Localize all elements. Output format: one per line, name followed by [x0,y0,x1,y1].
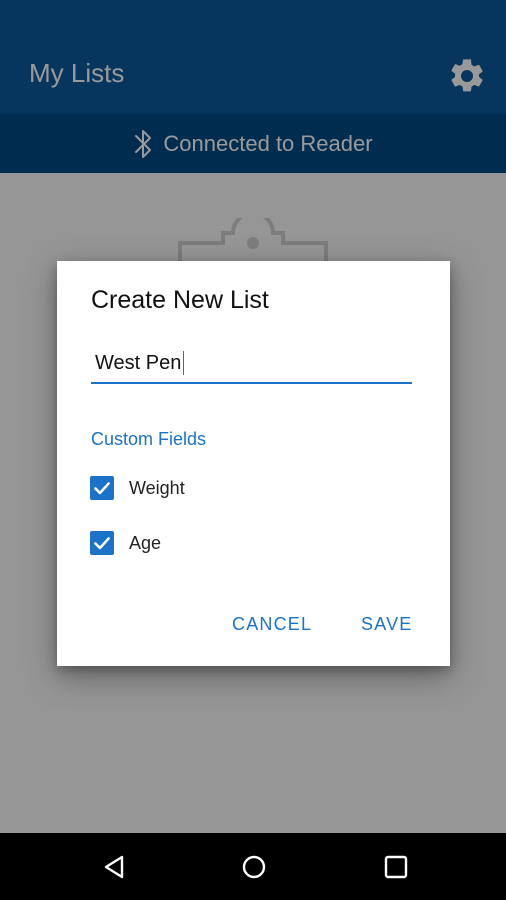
age-label: Age [129,532,162,553]
list-name-input[interactable]: West Pen [91,344,412,384]
custom-fields-label: Custom Fields [91,429,207,449]
home-circle-icon[interactable] [240,853,268,881]
dialog-title: Create New List [91,286,269,314]
create-list-dialog: Create New List West Pen Custom Fields W… [57,261,450,666]
recents-square-icon[interactable] [382,853,410,881]
weight-checkbox[interactable] [90,476,114,500]
check-icon [94,482,110,495]
check-icon [94,537,110,550]
list-name-value[interactable]: West Pen [91,352,181,375]
text-caret [183,351,185,375]
custom-field-weight[interactable]: Weight [90,476,185,500]
save-button[interactable]: SAVE [361,614,413,635]
cancel-button[interactable]: CANCEL [232,614,312,635]
custom-field-age[interactable]: Age [90,531,161,555]
back-triangle-icon[interactable] [100,853,128,881]
age-checkbox[interactable] [90,531,114,555]
system-nav-bar [0,833,506,900]
weight-label: Weight [129,477,185,498]
